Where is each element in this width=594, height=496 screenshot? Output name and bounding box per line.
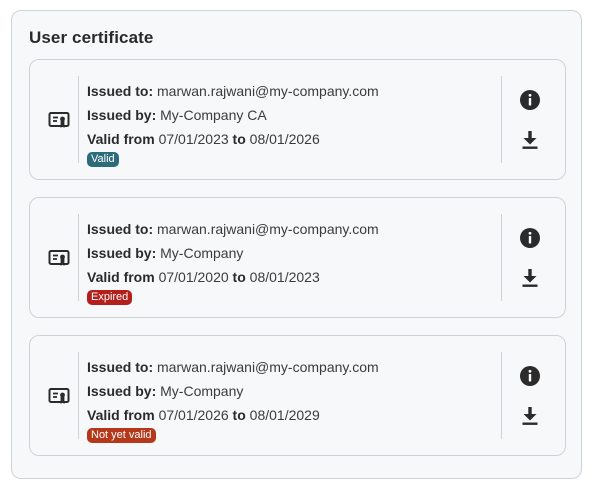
- issued-by-value: My-Company: [160, 383, 244, 399]
- download-icon[interactable]: [519, 267, 541, 289]
- issued-to-label: Issued to:: [87, 221, 154, 237]
- issued-by-row: Issued by: My-Company: [87, 379, 379, 403]
- issued-to-row: Issued to: marwan.rajwani@my-company.com: [87, 79, 379, 103]
- valid-from-label: Valid from: [87, 269, 155, 285]
- divider: [501, 76, 502, 163]
- certificate-card: Issued to: marwan.rajwani@my-company.com…: [29, 335, 566, 456]
- issued-by-label: Issued by:: [87, 107, 157, 123]
- info-icon[interactable]: [518, 226, 542, 250]
- issued-by-row: Issued by: My-Company CA: [87, 103, 379, 127]
- panel-title: User certificate: [29, 28, 154, 47]
- validity-row: Valid from 07/01/2026 to 08/01/2029: [87, 403, 379, 427]
- user-certificate-panel: User certificate Issued to: marwan.rajwa…: [11, 10, 582, 479]
- download-icon[interactable]: [519, 405, 541, 427]
- valid-to-value: 08/01/2023: [249, 269, 320, 285]
- download-icon[interactable]: [519, 129, 541, 151]
- validity-row: Valid from 07/01/2020 to 08/01/2023: [87, 265, 379, 289]
- issued-to-value: marwan.rajwani@my-company.com: [157, 221, 379, 237]
- status-badge: Expired: [87, 290, 133, 305]
- issued-to-row: Issued to: marwan.rajwani@my-company.com: [87, 217, 379, 241]
- info-icon[interactable]: [518, 88, 542, 112]
- divider: [501, 352, 502, 439]
- valid-from-value: 07/01/2026: [158, 407, 229, 423]
- issued-to-label: Issued to:: [87, 359, 154, 375]
- issued-to-value: marwan.rajwani@my-company.com: [157, 359, 379, 375]
- status-badge: Not yet valid: [87, 428, 156, 443]
- certificate-card: Issued to: marwan.rajwani@my-company.com…: [29, 59, 566, 180]
- valid-from-label: Valid from: [87, 407, 155, 423]
- valid-to-label: to: [232, 269, 246, 285]
- valid-to-label: to: [232, 407, 246, 423]
- divider: [78, 76, 79, 163]
- certificate-details: Issued to: marwan.rajwani@my-company.com…: [87, 355, 379, 443]
- issued-by-label: Issued by:: [87, 383, 157, 399]
- status-badge: Valid: [87, 152, 119, 167]
- issued-by-row: Issued by: My-Company: [87, 241, 379, 265]
- valid-from-value: 07/01/2020: [158, 269, 229, 285]
- certificate-icon: [48, 250, 70, 266]
- issued-to-row: Issued to: marwan.rajwani@my-company.com: [87, 355, 379, 379]
- issued-to-label: Issued to:: [87, 83, 154, 99]
- issued-by-label: Issued by:: [87, 245, 157, 261]
- certificate-details: Issued to: marwan.rajwani@my-company.com…: [87, 217, 379, 305]
- divider: [78, 352, 79, 439]
- issued-by-value: My-Company: [160, 245, 244, 261]
- issued-to-value: marwan.rajwani@my-company.com: [157, 83, 379, 99]
- issued-by-value: My-Company CA: [160, 107, 267, 123]
- certificate-card: Issued to: marwan.rajwani@my-company.com…: [29, 197, 566, 318]
- valid-to-label: to: [232, 131, 246, 147]
- valid-to-value: 08/01/2026: [249, 131, 320, 147]
- valid-to-value: 08/01/2029: [249, 407, 320, 423]
- validity-row: Valid from 07/01/2023 to 08/01/2026: [87, 127, 379, 151]
- info-icon[interactable]: [518, 364, 542, 388]
- divider: [78, 214, 79, 301]
- certificate-icon: [48, 388, 70, 404]
- certificate-details: Issued to: marwan.rajwani@my-company.com…: [87, 79, 379, 167]
- certificate-icon: [48, 112, 70, 128]
- valid-from-label: Valid from: [87, 131, 155, 147]
- divider: [501, 214, 502, 301]
- valid-from-value: 07/01/2023: [158, 131, 229, 147]
